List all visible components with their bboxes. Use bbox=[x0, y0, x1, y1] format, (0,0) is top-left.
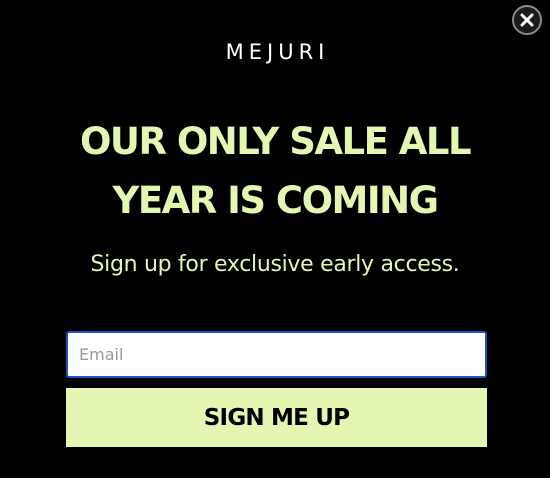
headline-line-1: OUR ONLY SALE ALL bbox=[79, 120, 472, 163]
headline-line-2: YEAR IS COMING bbox=[112, 179, 439, 222]
close-icon bbox=[520, 13, 534, 27]
close-button[interactable] bbox=[512, 5, 542, 35]
email-field[interactable] bbox=[66, 331, 487, 378]
sign-up-button[interactable]: SIGN ME UP bbox=[66, 388, 487, 447]
brand-logo: MEJURI bbox=[225, 40, 330, 64]
signup-modal: MEJURI OUR ONLY SALE ALL YEAR IS COMING … bbox=[0, 0, 550, 478]
subheading: Sign up for exclusive early access. bbox=[90, 252, 460, 277]
headline: OUR ONLY SALE ALL YEAR IS COMING bbox=[0, 112, 550, 230]
